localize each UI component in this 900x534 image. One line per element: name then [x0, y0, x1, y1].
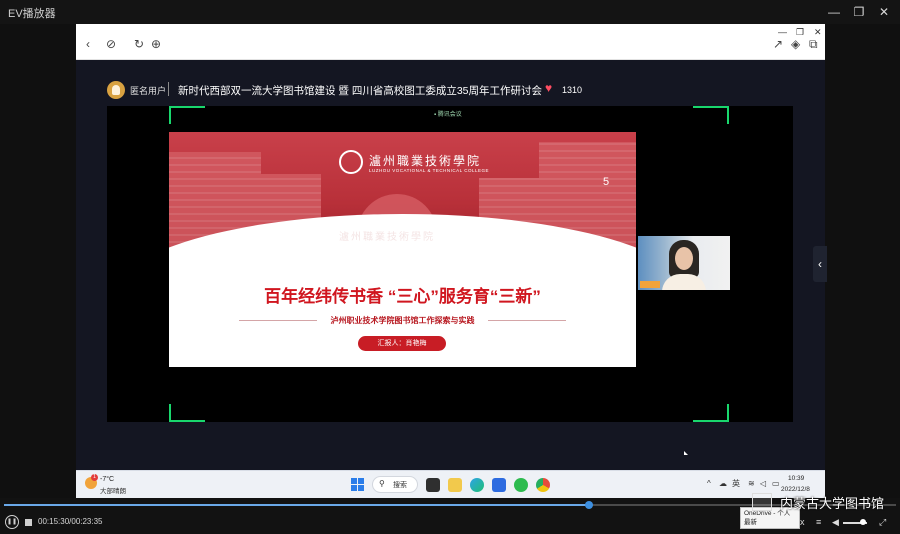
share-icon: ↗ — [773, 37, 784, 51]
app-title: EV播放器 — [8, 8, 56, 20]
ev-title-bar: EV播放器 — ❐ ✕ — [0, 0, 900, 24]
clock-time: 10:39 — [788, 475, 805, 482]
ev-player-window: EV播放器 — ❐ ✕ ‹ ⊘ ↻ ⊕ ↗ ◈ ⧉ — ❐ ✕ 匿名用户 新时代… — [0, 0, 900, 534]
meeting-label: ▪ 腾讯会议 — [434, 112, 462, 118]
chevron-left-icon[interactable]: ‹ — [813, 246, 827, 282]
live-title: 新时代西部双一流大学图书馆建设 暨 四川省高校图工委成立35周年工作研讨会 — [178, 85, 543, 97]
task-view-icon — [426, 478, 440, 492]
store-icon — [492, 478, 506, 492]
wifi-icon: ≋ — [748, 479, 755, 488]
watermark-text: 内蒙古大学图书馆 — [780, 496, 885, 511]
windows-start-icon — [351, 478, 364, 491]
subtitle-rule — [488, 320, 566, 321]
browser-restore-icon: ❐ — [796, 27, 805, 37]
building-number: 5 — [603, 176, 610, 188]
recorded-browser-window: ‹ ⊘ ↻ ⊕ ↗ ◈ ⧉ — ❐ ✕ 匿名用户 新时代西部双一流大学图书馆建设… — [76, 24, 827, 470]
reporter-badge: 汇报人：肖艳梅 — [358, 336, 446, 351]
back-icon: ‹ — [86, 37, 90, 51]
speaker-face — [675, 247, 693, 270]
live-header: 匿名用户 新时代西部双一流大学图书馆建设 暨 四川省高校图工委成立35周年工作研… — [76, 60, 825, 106]
volume-icon[interactable]: ◀ — [832, 517, 839, 527]
live-stream-page: 匿名用户 新时代西部双一流大学图书馆建设 暨 四川省高校图工委成立35周年工作研… — [76, 60, 827, 470]
college-name: 瀘州職業技術學院 — [369, 154, 482, 168]
heart-icon: ♥ — [545, 81, 553, 95]
college-name-en: LUZHOU VOCATIONAL & TECHNICAL COLLEGE — [369, 168, 490, 173]
progress-handle[interactable] — [585, 501, 594, 509]
frame-corner — [169, 404, 205, 422]
frame-corner — [693, 106, 729, 124]
weather-badge: 1 — [91, 474, 98, 481]
link-icon: ⊘ — [106, 37, 117, 51]
camera-name-tag — [640, 281, 660, 288]
input-language: 英 — [732, 479, 740, 488]
time-readout: 00:15:30/00:23:35 — [38, 517, 103, 526]
college-logo — [339, 150, 363, 174]
onedrive-icon: ☁ — [719, 479, 727, 488]
meeting-stage: ▪ 腾讯会议 5 瀘州職業技術學院 LUZHOU VOCATIONAL & TE… — [107, 106, 827, 422]
speaker-camera — [638, 236, 730, 290]
refresh-icon: ↻ — [134, 37, 145, 51]
taskbar-search: ⚲ 搜索 — [372, 476, 418, 493]
edge-icon — [470, 478, 484, 492]
copy-icon: ⧉ — [809, 37, 818, 51]
volume-handle[interactable] — [860, 519, 866, 525]
search-label: 搜索 — [393, 482, 407, 489]
file-explorer-icon — [448, 478, 462, 492]
stop-button[interactable] — [25, 519, 32, 526]
speed-button[interactable]: x — [800, 517, 805, 527]
browser-minimize-icon: — — [778, 27, 787, 37]
mouse-cursor-icon — [684, 451, 688, 455]
wechat-icon — [514, 478, 528, 492]
video-frame[interactable]: ‹ ⊘ ↻ ⊕ ↗ ◈ ⧉ — ❐ ✕ 匿名用户 新时代西部双一流大学图书馆建设… — [76, 24, 827, 498]
pause-icon[interactable]: ❚❚ — [5, 515, 19, 529]
frame-corner — [693, 404, 729, 422]
like-count: 1310 — [562, 85, 583, 95]
browser-toolbar: ‹ ⊘ ↻ ⊕ ↗ ◈ ⧉ — ❐ ✕ — [76, 24, 825, 60]
avatar — [107, 81, 125, 99]
campus-sign: 瀘州職業技術學院 — [339, 232, 435, 243]
search-icon: ⚲ — [379, 479, 385, 488]
frame-corner — [169, 106, 205, 124]
list-icon[interactable]: ≡ — [816, 517, 821, 527]
temperature: -7°C — [100, 476, 115, 483]
tray-chevron-icon: ^ — [707, 479, 711, 488]
tooltip-line: 最新 — [744, 519, 757, 526]
browser-close-icon: ✕ — [814, 27, 822, 37]
close-button[interactable]: ✕ — [873, 2, 895, 22]
fullscreen-icon[interactable]: ⤢ — [879, 517, 886, 528]
weather-condition: 大部晴朗 — [100, 488, 126, 495]
user-name: 匿名用户 — [130, 86, 167, 96]
windows-taskbar: 1 -7°C 大部晴朗 ⚲ 搜索 ^ ☁ 英 ≋ ◁ ▭ 10:39 2022/… — [76, 470, 825, 498]
header-divider — [168, 82, 169, 96]
presentation-slide: 5 瀘州職業技術學院 LUZHOU VOCATIONAL & TECHNICAL… — [169, 132, 636, 367]
clock-date: 2022/12/8 — [781, 486, 810, 493]
progress-fill — [4, 504, 590, 506]
chrome-icon — [536, 478, 550, 492]
cube-icon: ◈ — [791, 37, 801, 51]
battery-icon: ▭ — [772, 479, 780, 488]
restore-button[interactable]: ❐ — [848, 2, 870, 22]
speaker-icon: ◁ — [760, 479, 767, 488]
slide-main-title: 百年经纬传书香 “三心”服务育“三新” — [264, 287, 541, 306]
globe-icon: ⊕ — [151, 37, 162, 51]
library-logo — [752, 493, 772, 511]
minimize-button[interactable]: — — [823, 2, 845, 22]
